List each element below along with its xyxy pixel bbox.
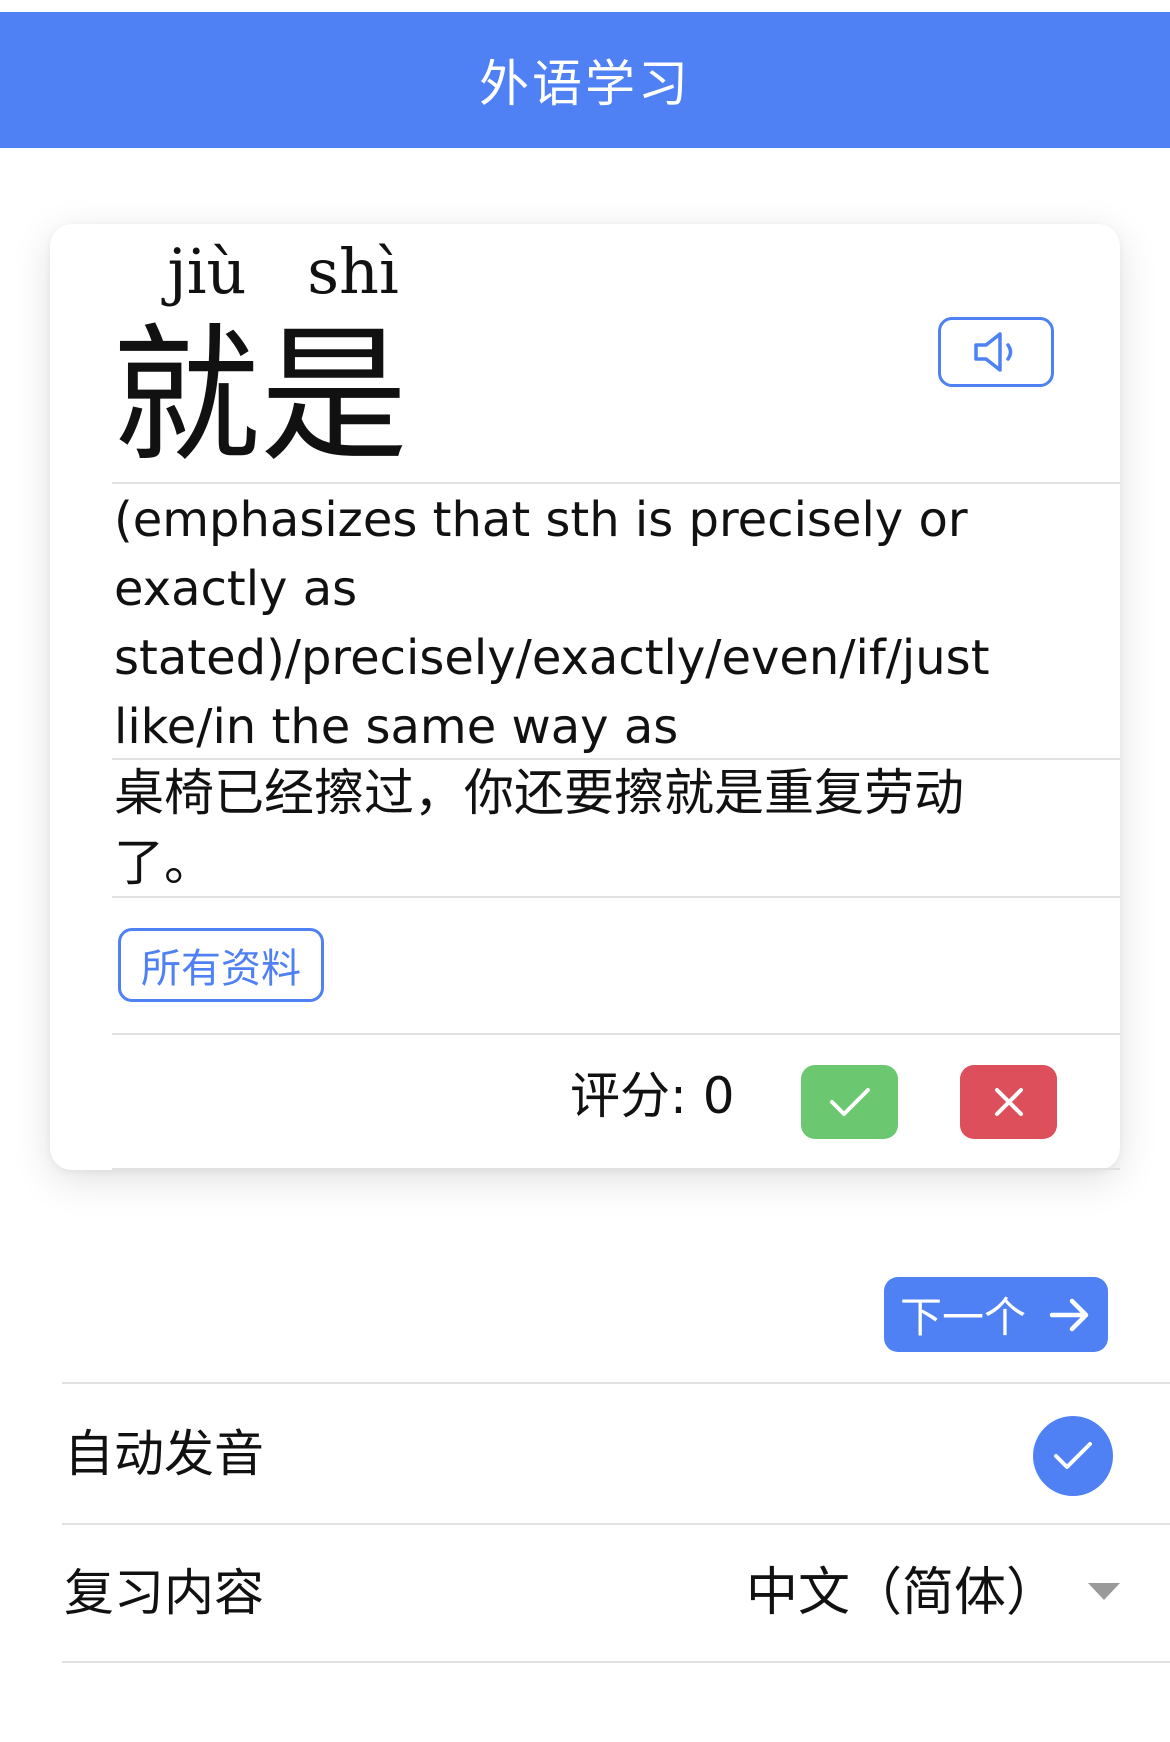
definition-line: (emphasizes that sth is precisely or xyxy=(114,492,968,548)
divider xyxy=(112,896,1120,898)
pinyin-row: jiù shì xyxy=(134,228,426,308)
close-icon xyxy=(994,1088,1023,1116)
review-content-select[interactable]: 中文（简体） xyxy=(746,1563,1058,1623)
next-button-label: 下一个 xyxy=(899,1293,1026,1342)
divider xyxy=(112,482,1120,484)
example-line: 桌椅已经擦过，你还要擦就是重复劳动 xyxy=(114,764,964,822)
score-label: 评分: 0 xyxy=(570,1067,735,1125)
example-line: 了。 xyxy=(114,834,214,892)
wrong-button[interactable] xyxy=(960,1065,1057,1139)
page-title: 外语学习 xyxy=(479,55,691,113)
definition-line: exactly as xyxy=(114,561,358,617)
speak-button[interactable] xyxy=(938,317,1054,387)
check-icon xyxy=(1054,1442,1092,1469)
arrow-right-icon xyxy=(1049,1298,1089,1331)
header-bar: 外语学习 xyxy=(0,12,1170,148)
review-content-label: 复习内容 xyxy=(64,1564,264,1622)
caret-down-icon[interactable] xyxy=(1088,1583,1120,1600)
word-hanzi: 就是 xyxy=(112,310,408,482)
definition-line: like/in the same way as xyxy=(114,699,679,755)
correct-button[interactable] xyxy=(801,1065,898,1139)
check-icon xyxy=(829,1088,870,1116)
definition-line: stated)/precisely/exactly/even/if/just xyxy=(114,630,990,686)
divider xyxy=(112,1033,1120,1035)
next-button[interactable]: 下一个 xyxy=(884,1277,1108,1352)
speaker-icon xyxy=(974,332,1013,372)
auto-pronounce-toggle[interactable] xyxy=(1033,1416,1113,1496)
word-card: jiù shì 就是 (emphasizes that sth is preci… xyxy=(50,224,1120,1170)
definition-text: (emphasizes that sth is precisely or exa… xyxy=(114,486,1034,762)
example-sentence: 桌椅已经擦过，你还要擦就是重复劳动 了。 xyxy=(114,758,1074,898)
divider xyxy=(112,1168,1120,1170)
settings-divider xyxy=(62,1382,1170,1384)
settings-divider xyxy=(62,1523,1170,1525)
all-info-button[interactable]: 所有资料 xyxy=(118,928,324,1002)
pinyin-syllable: jiù xyxy=(167,235,247,308)
auto-pronounce-label: 自动发音 xyxy=(64,1425,264,1483)
status-bar-area xyxy=(0,0,1170,12)
pinyin-syllable: shì xyxy=(307,235,399,308)
settings-divider xyxy=(62,1661,1170,1663)
app-screen: 外语学习 jiù shì 就是 (emphasizes that sth is … xyxy=(0,0,1170,1742)
